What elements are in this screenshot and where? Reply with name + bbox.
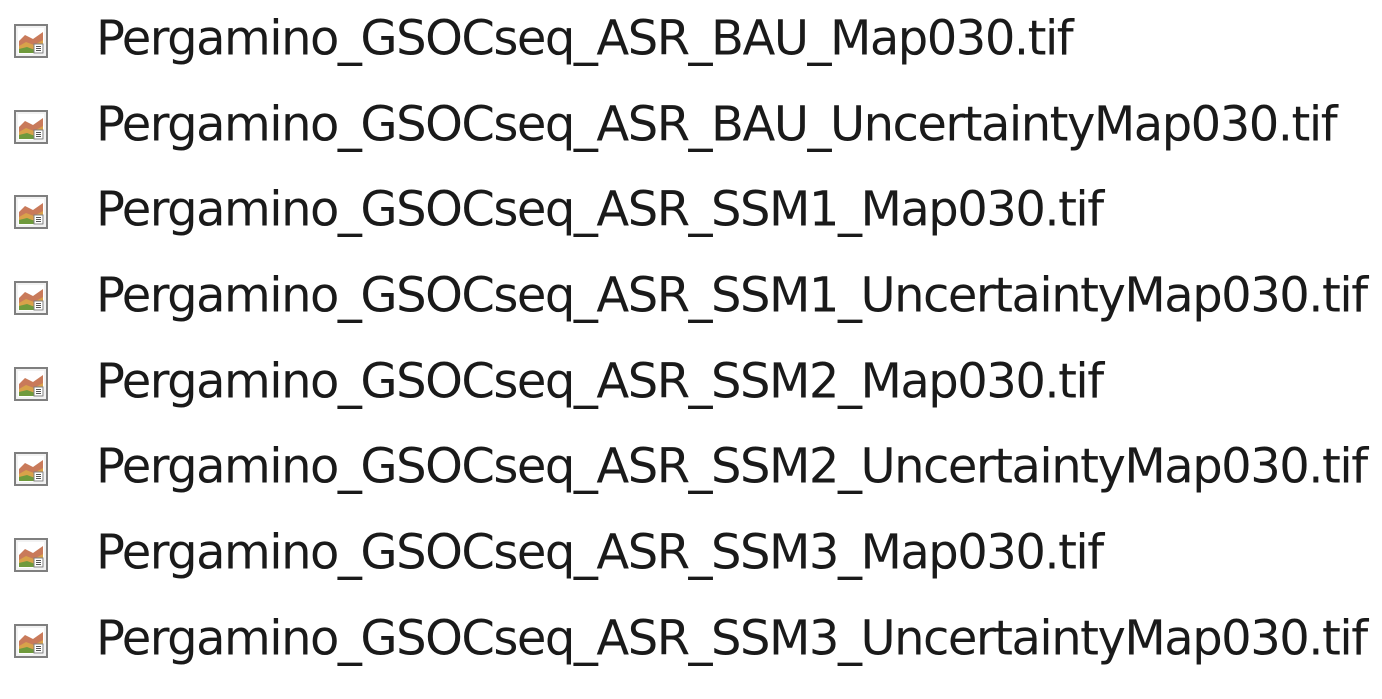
- image-file-icon: [14, 195, 48, 229]
- file-list: Pergamino_GSOCseq_ASR_BAU_Map030.tif Per…: [0, 0, 1382, 699]
- file-name: Pergamino_GSOCseq_ASR_BAU_UncertaintyMap…: [96, 96, 1338, 153]
- file-name: Pergamino_GSOCseq_ASR_SSM3_Map030.tif: [96, 524, 1104, 581]
- file-name: Pergamino_GSOCseq_ASR_SSM2_UncertaintyMa…: [96, 438, 1368, 495]
- list-item[interactable]: Pergamino_GSOCseq_ASR_BAU_Map030.tif: [0, 4, 1382, 78]
- image-file-icon: [14, 538, 48, 572]
- file-name: Pergamino_GSOCseq_ASR_SSM1_Map030.tif: [96, 181, 1104, 238]
- file-name: Pergamino_GSOCseq_ASR_SSM1_UncertaintyMa…: [96, 267, 1368, 324]
- list-item[interactable]: Pergamino_GSOCseq_ASR_SSM1_Map030.tif: [0, 175, 1382, 249]
- list-item[interactable]: Pergamino_GSOCseq_ASR_SSM3_Map030.tif: [0, 518, 1382, 592]
- image-file-icon: [14, 110, 48, 144]
- list-item[interactable]: Pergamino_GSOCseq_ASR_BAU_UncertaintyMap…: [0, 90, 1382, 164]
- file-name: Pergamino_GSOCseq_ASR_BAU_Map030.tif: [96, 10, 1074, 67]
- list-item[interactable]: Pergamino_GSOCseq_ASR_SSM1_UncertaintyMa…: [0, 261, 1382, 335]
- image-file-icon: [14, 24, 48, 58]
- file-name: Pergamino_GSOCseq_ASR_SSM3_UncertaintyMa…: [96, 610, 1368, 667]
- image-file-icon: [14, 624, 48, 658]
- image-file-icon: [14, 367, 48, 401]
- list-item[interactable]: Pergamino_GSOCseq_ASR_SSM3_UncertaintyMa…: [0, 604, 1382, 678]
- file-name: Pergamino_GSOCseq_ASR_SSM2_Map030.tif: [96, 353, 1104, 410]
- image-file-icon: [14, 452, 48, 486]
- list-item[interactable]: Pergamino_GSOCseq_ASR_SSM2_Map030.tif: [0, 347, 1382, 421]
- list-item[interactable]: Pergamino_GSOCseq_ASR_SSM2_UncertaintyMa…: [0, 432, 1382, 506]
- image-file-icon: [14, 281, 48, 315]
